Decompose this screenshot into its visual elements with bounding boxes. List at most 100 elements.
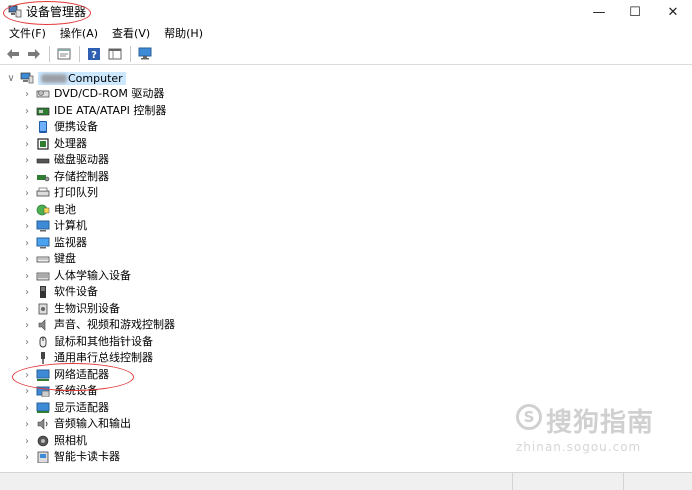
chevron-right-icon[interactable]: › bbox=[22, 238, 32, 249]
system-device-icon bbox=[36, 386, 50, 397]
tree-item-label: 网络适配器 bbox=[54, 368, 109, 381]
tree-item-label: 计算机 bbox=[54, 219, 87, 232]
device-manager-icon bbox=[8, 5, 22, 18]
close-button[interactable]: ✕ bbox=[650, 0, 692, 24]
camera-icon bbox=[37, 435, 49, 447]
tree-item-hid[interactable]: › 人体学输入设备 bbox=[22, 268, 131, 284]
svg-text:?: ? bbox=[91, 50, 97, 61]
tree-item-audio-io[interactable]: › 音频输入和输出 bbox=[22, 416, 131, 432]
chevron-right-icon[interactable]: › bbox=[22, 320, 32, 331]
keyboard-icon bbox=[36, 256, 50, 263]
help-button[interactable]: ? bbox=[85, 45, 103, 63]
back-icon bbox=[7, 48, 19, 59]
chevron-right-icon[interactable]: › bbox=[22, 419, 32, 430]
chevron-right-icon[interactable]: › bbox=[22, 221, 32, 232]
tree-item-usb[interactable]: › 通用串行总线控制器 bbox=[22, 350, 153, 366]
root-label-text: Computer bbox=[68, 71, 123, 85]
computer-icon bbox=[36, 220, 50, 232]
chevron-right-icon[interactable]: › bbox=[22, 254, 32, 265]
properties-icon bbox=[57, 48, 71, 59]
chevron-right-icon[interactable]: › bbox=[22, 172, 32, 183]
battery-icon bbox=[36, 204, 50, 216]
chevron-down-icon[interactable]: ∨ bbox=[6, 73, 16, 84]
watermark-brand: 搜狗指南 bbox=[546, 408, 655, 438]
chevron-right-icon[interactable]: › bbox=[22, 122, 32, 133]
hid-icon bbox=[36, 272, 50, 281]
chevron-right-icon[interactable]: › bbox=[22, 89, 32, 100]
tree-item-label: 电池 bbox=[54, 203, 76, 216]
tree-item-printer[interactable]: › 打印队列 bbox=[22, 185, 98, 201]
tree-item-disc-drive[interactable]: › DVD/CD-ROM 驱动器 bbox=[22, 86, 164, 102]
tree-item-label: 便携设备 bbox=[54, 120, 98, 133]
toolbar-separator bbox=[49, 45, 50, 62]
tree-item-label: IDE ATA/ATAPI 控制器 bbox=[54, 104, 167, 117]
chevron-right-icon[interactable]: › bbox=[22, 370, 32, 381]
tree-item-disk-drive[interactable]: › 磁盘驱动器 bbox=[22, 152, 109, 168]
scan-hardware-button[interactable] bbox=[136, 45, 154, 63]
chevron-right-icon[interactable]: › bbox=[22, 337, 32, 348]
close-icon: ✕ bbox=[667, 4, 679, 20]
tree-item-portable-device[interactable]: › 便携设备 bbox=[22, 119, 98, 135]
view-button[interactable] bbox=[106, 45, 124, 63]
disc-drive-icon bbox=[36, 90, 50, 98]
window-title: 设备管理器 bbox=[26, 5, 87, 19]
tree-item-smartcard-reader[interactable]: › 智能卡读卡器 bbox=[22, 449, 120, 465]
storage-controller-icon bbox=[37, 175, 50, 182]
tree-root[interactable]: ∨ Computer bbox=[6, 70, 126, 86]
display-adapter-icon bbox=[36, 402, 50, 413]
chevron-right-icon[interactable]: › bbox=[22, 304, 32, 315]
back-button[interactable] bbox=[4, 45, 22, 63]
disk-drive-icon bbox=[36, 158, 50, 164]
chevron-right-icon[interactable]: › bbox=[22, 155, 32, 166]
tree-item-monitor[interactable]: › 监视器 bbox=[22, 235, 87, 251]
tree-item-label: 音频输入和输出 bbox=[54, 417, 131, 430]
properties-button[interactable] bbox=[55, 45, 73, 63]
tree-item-software-device[interactable]: › 软件设备 bbox=[22, 284, 98, 300]
tree-item-ide-controller[interactable]: › IDE ATA/ATAPI 控制器 bbox=[22, 103, 166, 119]
chevron-right-icon[interactable]: › bbox=[22, 436, 32, 447]
tree-item-storage-controller[interactable]: › 存储控制器 bbox=[22, 169, 109, 185]
tree-item-speaker[interactable]: › 声音、视频和游戏控制器 bbox=[22, 317, 175, 333]
menu-view[interactable]: 查看(V) bbox=[103, 26, 155, 42]
tree-item-battery[interactable]: › 电池 bbox=[22, 202, 76, 218]
tree-item-camera[interactable]: › 照相机 bbox=[22, 433, 87, 449]
tree-item-biometric[interactable]: › 生物识别设备 bbox=[22, 301, 120, 317]
chevron-right-icon[interactable]: › bbox=[22, 403, 32, 414]
tree-item-computer[interactable]: › 计算机 bbox=[22, 218, 87, 234]
tree-item-label: 鼠标和其他指针设备 bbox=[54, 335, 153, 348]
menu-action[interactable]: 操作(A) bbox=[51, 26, 103, 42]
chevron-right-icon[interactable]: › bbox=[22, 188, 32, 199]
status-segment bbox=[513, 473, 624, 490]
tree-item-network-adapter[interactable]: › 网络适配器 bbox=[22, 367, 109, 383]
maximize-icon: ☐ bbox=[629, 4, 641, 20]
menu-file[interactable]: 文件(F) bbox=[0, 26, 51, 42]
tree-item-keyboard[interactable]: › 键盘 bbox=[22, 251, 76, 267]
menu-bar: 文件(F) 操作(A) 查看(V) 帮助(H) bbox=[0, 25, 692, 43]
view-icon bbox=[108, 48, 122, 59]
chevron-right-icon[interactable]: › bbox=[22, 353, 32, 364]
forward-button[interactable] bbox=[25, 45, 43, 63]
tree-item-label: 生物识别设备 bbox=[54, 302, 120, 315]
monitor-icon bbox=[138, 47, 152, 60]
smartcard-reader-icon bbox=[37, 451, 49, 463]
tree-item-label: 磁盘驱动器 bbox=[54, 153, 109, 166]
status-bar bbox=[0, 472, 692, 490]
chevron-right-icon[interactable]: › bbox=[22, 386, 32, 397]
chevron-right-icon[interactable]: › bbox=[22, 287, 32, 298]
tree-item-mouse[interactable]: › 鼠标和其他指针设备 bbox=[22, 334, 153, 350]
chevron-right-icon[interactable]: › bbox=[22, 271, 32, 282]
computer-root-icon bbox=[20, 72, 34, 84]
tree-item-label: 通用串行总线控制器 bbox=[54, 351, 153, 364]
tree-item-processor[interactable]: › 处理器 bbox=[22, 136, 87, 152]
chevron-right-icon[interactable]: › bbox=[22, 106, 32, 117]
tree-item-display-adapter[interactable]: › 显示适配器 bbox=[22, 400, 109, 416]
root-label: Computer bbox=[38, 71, 126, 85]
tree-item-label: 键盘 bbox=[54, 252, 76, 265]
menu-help[interactable]: 帮助(H) bbox=[155, 26, 208, 42]
title-bar: 设备管理器 — ☐ ✕ bbox=[0, 0, 692, 24]
minimize-icon: — bbox=[592, 4, 606, 20]
tree-item-system-device[interactable]: › 系统设备 bbox=[22, 383, 98, 399]
chevron-right-icon[interactable]: › bbox=[22, 452, 32, 463]
chevron-right-icon[interactable]: › bbox=[22, 205, 32, 216]
chevron-right-icon[interactable]: › bbox=[22, 139, 32, 150]
